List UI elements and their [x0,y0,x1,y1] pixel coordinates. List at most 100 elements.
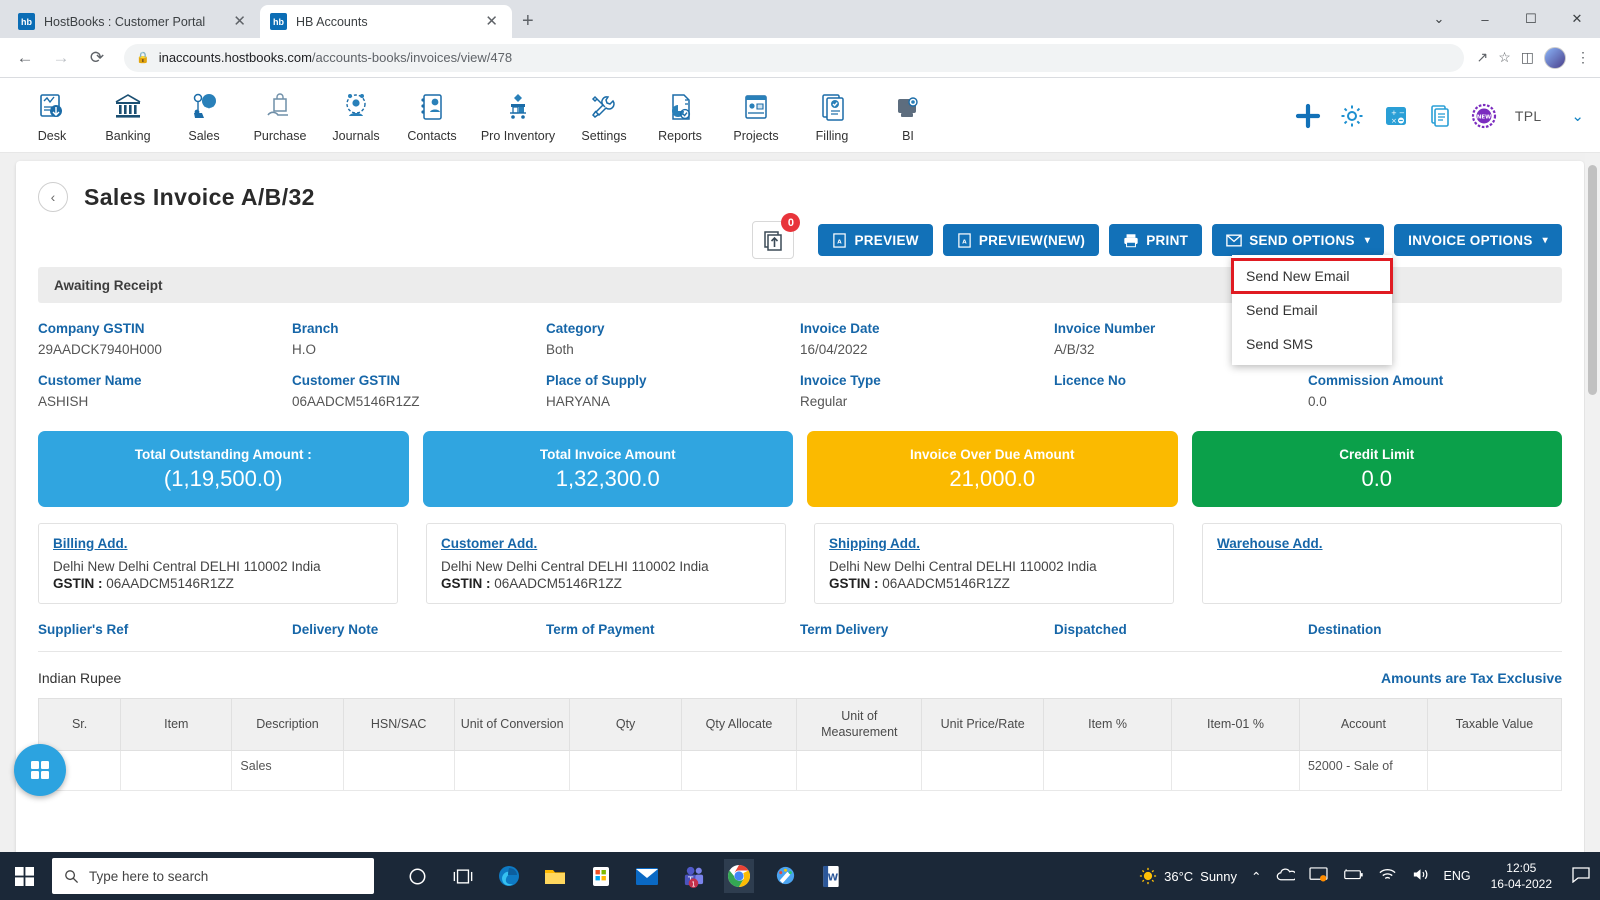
language-indicator[interactable]: ENG [1444,869,1471,883]
attachments-button[interactable]: 0 [752,213,801,259]
nav-module-pro-inventory[interactable]: Pro Inventory [470,88,566,143]
ref-label-delivery-note: Delivery Note [292,622,379,637]
send-options-button-label: SEND OPTIONS [1249,232,1355,248]
new-tab-button[interactable]: + [522,10,534,33]
back-button[interactable]: ‹ [38,182,68,212]
wifi-icon[interactable] [1378,867,1397,885]
nav-module-reports[interactable]: Reports [642,88,718,143]
side-panel-icon[interactable]: ◫ [1521,49,1534,66]
preview-new-button[interactable]: A PREVIEW(NEW) [942,224,1100,256]
print-button[interactable]: PRINT [1109,224,1203,256]
cortana-icon[interactable] [402,859,432,893]
billing-address-link[interactable]: Billing Add. [53,536,383,551]
task-view-icon[interactable] [448,859,478,893]
chrome-icon[interactable] [724,859,754,893]
shipping-address-link[interactable]: Shipping Add. [829,536,1159,551]
onedrive-icon[interactable] [1276,867,1297,885]
nav-module-label: Journals [332,128,380,143]
field-value: 16/04/2022 [800,342,868,357]
calculator-icon[interactable]: + − × [1383,103,1409,129]
nav-module-bi[interactable]: BI [870,88,946,143]
caret-down-icon: ▾ [1542,234,1548,246]
menu-item-send-email[interactable]: Send Email [1232,293,1392,327]
upload-icon [764,231,783,251]
preview-button[interactable]: A PREVIEW [818,224,933,256]
field-invoice-type: Invoice Type Regular [800,373,1054,409]
volume-icon[interactable] [1411,867,1430,885]
nav-module-sales[interactable]: Sales [166,88,242,143]
sales-icon [188,88,220,126]
notifications-icon[interactable] [1572,866,1590,886]
quick-actions-fab[interactable] [14,744,66,796]
app-module-toolbar: Desk Banking Sales Purchase Journals Con… [0,78,1600,153]
send-options-button[interactable]: SEND OPTIONS ▾ [1212,224,1385,256]
notes-icon[interactable] [1427,103,1453,129]
nav-module-desk[interactable]: Desk [14,88,90,143]
taskbar-clock[interactable]: 12:05 16-04-2022 [1485,860,1558,892]
avatar[interactable] [1544,46,1566,69]
menu-item-send-sms[interactable]: Send SMS [1232,327,1392,361]
share-icon[interactable]: ↗ [1476,49,1488,66]
nav-module-contacts[interactable]: Contacts [394,88,470,143]
field-invoice-date: Invoice Date 16/04/2022 [800,321,1054,357]
invoice-options-button-label: INVOICE OPTIONS [1408,232,1533,248]
nav-module-projects[interactable]: Projects [718,88,794,143]
gear-icon[interactable] [1339,103,1365,129]
chevron-down-icon[interactable]: ⌄ [1571,107,1584,125]
close-button[interactable]: ✕ [1554,0,1600,38]
ref-label-dispatched: Dispatched [1054,622,1127,637]
start-button[interactable] [0,866,48,886]
tab-search-icon[interactable]: ⌄ [1416,0,1462,38]
display-icon[interactable] [1308,866,1328,886]
battery-icon[interactable] [1342,868,1364,884]
edge-icon[interactable] [494,859,524,893]
invoice-options-button[interactable]: INVOICE OPTIONS ▾ [1394,224,1562,256]
svg-text:+: + [1391,109,1397,117]
projects-icon [740,88,772,126]
forward-icon[interactable]: → [46,43,76,73]
tray-expand-icon[interactable]: ⌃ [1251,869,1261,884]
gstin-label: GSTIN : [53,576,103,591]
teams-icon[interactable]: T1 [678,859,708,893]
address-text: Delhi New Delhi Central DELHI 110002 Ind… [829,559,1097,574]
warehouse-address-link[interactable]: Warehouse Add. [1217,536,1547,551]
url-input[interactable]: 🔒 inaccounts.hostbooks.com/accounts-book… [124,43,1465,72]
nav-module-settings[interactable]: Settings [566,88,642,143]
col-unit-price-rate: Unit Price/Rate [921,697,1045,752]
back-icon[interactable]: ← [10,43,40,73]
nav-module-journals[interactable]: Journals [318,88,394,143]
star-icon[interactable]: ☆ [1498,49,1511,66]
page-header: ‹ Sales Invoice A/B/32 [38,161,1562,223]
browser-menu-icon[interactable]: ⋮ [1576,49,1590,66]
weather-widget[interactable]: 36°C Sunny [1139,867,1237,885]
printer-icon [1124,233,1138,247]
summary-card-title: Total Invoice Amount [539,446,676,462]
nav-module-filling[interactable]: Filling [794,88,870,143]
maximize-button[interactable]: ☐ [1508,0,1554,38]
tab-close-icon[interactable]: ✕ [481,14,502,29]
customer-address-link[interactable]: Customer Add. [441,536,771,551]
table-row[interactable]: Sales 52000 - Sale of [37,750,1563,792]
weather-temp: 36°C [1164,868,1194,884]
col-qty: Qty [569,697,682,752]
plus-icon[interactable] [1295,103,1321,129]
word-icon[interactable]: W [816,859,846,893]
toolbar-right-icons: + − × NEW TPL ⌄ [1295,78,1584,153]
new-badge-icon[interactable]: NEW [1471,103,1497,129]
taskbar-search-input[interactable]: Type here to search [52,858,374,894]
vertical-scrollbar[interactable] [1585,153,1600,852]
store-icon[interactable] [586,859,616,893]
nav-module-banking[interactable]: Banking [90,88,166,143]
nav-module-purchase[interactable]: Purchase [242,88,318,143]
minimize-button[interactable]: – [1462,0,1508,38]
mail-icon[interactable] [632,859,662,893]
tab-close-icon[interactable]: ✕ [229,14,250,29]
browser-tab-1[interactable]: hb HostBooks : Customer Portal ✕ [8,5,260,38]
reload-icon[interactable]: ⟳ [82,43,112,73]
menu-item-send-new-email[interactable]: Send New Email [1231,258,1393,294]
browser-tab-2[interactable]: hb HB Accounts ✕ [260,5,512,38]
scrollbar-thumb[interactable] [1588,165,1597,395]
file-explorer-icon[interactable] [540,859,570,893]
envelope-icon [1226,234,1242,246]
paint-icon[interactable] [770,859,800,893]
